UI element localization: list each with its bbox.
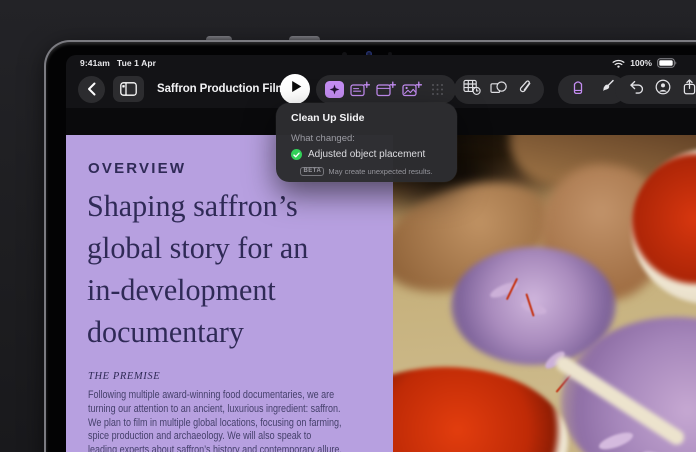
document-title[interactable]: Saffron Production Film bbox=[157, 83, 286, 95]
popover-section-label: What changed: bbox=[291, 133, 355, 144]
popover-change-row: Adjusted object placement bbox=[291, 149, 425, 160]
clean-up-slide-icon bbox=[325, 81, 344, 98]
popover-change-item: Adjusted object placement bbox=[308, 149, 425, 160]
toolbar-left: Saffron Production Film bbox=[78, 74, 305, 104]
undo-icon bbox=[629, 80, 644, 99]
clean-up-slide-button[interactable] bbox=[324, 79, 346, 101]
slide-body-line: We plan to film in multiple global locat… bbox=[88, 417, 342, 431]
popover-beta-row: BETA May create unexpected results. bbox=[276, 167, 457, 176]
collaborate-icon bbox=[655, 79, 671, 100]
status-date: Tue 1 Apr bbox=[117, 58, 156, 68]
slide-body-line: turning our attention to an ancient, lux… bbox=[88, 403, 342, 417]
pencil-icon bbox=[572, 79, 584, 100]
battery-icon bbox=[657, 58, 678, 68]
beta-note: May create unexpected results. bbox=[328, 167, 432, 176]
slide-title-line: documentary bbox=[87, 311, 308, 353]
status-time: 9:41am bbox=[80, 58, 110, 68]
new-image-sparkle-button[interactable] bbox=[401, 79, 423, 101]
keynote-app-window: 9:41am Tue 1 Apr 100% bbox=[66, 55, 696, 452]
new-slide-sparkle-button[interactable] bbox=[349, 79, 371, 101]
slide-body-text[interactable]: Following multiple award-winning food do… bbox=[88, 389, 393, 452]
collaborate-button[interactable] bbox=[652, 79, 674, 101]
back-button[interactable] bbox=[78, 76, 105, 103]
slide-body-line: leading experts about saffron’s history … bbox=[88, 444, 342, 452]
slide-photo-saffron-harvest[interactable] bbox=[393, 135, 696, 452]
slide-section-label[interactable]: THE PREMISE bbox=[88, 371, 160, 382]
slide-eyebrow[interactable]: OVERVIEW bbox=[88, 160, 186, 177]
play-icon bbox=[289, 80, 302, 98]
share-icon bbox=[683, 79, 696, 100]
insert-table-chart-button[interactable] bbox=[461, 79, 483, 101]
play-button[interactable] bbox=[280, 74, 310, 104]
grid-placeholder-icon-disabled bbox=[426, 79, 448, 101]
slide-title-line: global story for an bbox=[87, 227, 308, 269]
slide-body-line: spice production and archaeology. We wil… bbox=[88, 430, 342, 444]
chevron-left-icon bbox=[81, 78, 103, 100]
insert-shape-button[interactable] bbox=[488, 79, 510, 101]
new-layout-sparkle-button[interactable] bbox=[375, 79, 397, 101]
insert-media-button[interactable] bbox=[515, 79, 537, 101]
ai-tools-pill bbox=[316, 75, 456, 104]
share-button[interactable] bbox=[678, 79, 696, 101]
slide-text-panel[interactable]: OVERVIEW Shaping saffron’s global story … bbox=[66, 135, 393, 452]
slide-title-line: in-development bbox=[87, 269, 308, 311]
status-bar-right: 100% bbox=[611, 58, 678, 68]
undo-button[interactable] bbox=[625, 79, 647, 101]
clean-up-slide-popover: Clean Up Slide What changed: Adjusted ob… bbox=[276, 103, 457, 182]
slide-title-line: Shaping saffron’s bbox=[87, 185, 308, 227]
slide-body-line: Following multiple award-winning food do… bbox=[88, 389, 342, 403]
table-chart-icon bbox=[463, 79, 481, 100]
actions-pill bbox=[615, 75, 696, 104]
beta-badge: BETA bbox=[300, 167, 324, 176]
slide-navigator-icon bbox=[118, 78, 140, 100]
battery-percent: 100% bbox=[630, 58, 652, 68]
shapes-icon bbox=[490, 80, 507, 99]
pencil-tool-button[interactable] bbox=[567, 79, 589, 101]
status-bar-left: 9:41am Tue 1 Apr bbox=[80, 58, 156, 68]
scene: 9:41am Tue 1 Apr 100% bbox=[0, 0, 696, 452]
insert-tools-pill bbox=[454, 75, 544, 104]
slide-title[interactable]: Shaping saffron’s global story for an in… bbox=[87, 185, 315, 353]
slide[interactable]: OVERVIEW Shaping saffron’s global story … bbox=[66, 135, 696, 452]
format-brush-icon bbox=[599, 79, 615, 100]
check-circle-icon bbox=[291, 149, 302, 160]
slide-navigator-button[interactable] bbox=[113, 76, 144, 102]
popover-title: Clean Up Slide bbox=[291, 112, 365, 124]
wifi-icon bbox=[611, 58, 625, 68]
paperclip-icon bbox=[519, 80, 532, 100]
ipad-device: 9:41am Tue 1 Apr 100% bbox=[44, 40, 696, 452]
